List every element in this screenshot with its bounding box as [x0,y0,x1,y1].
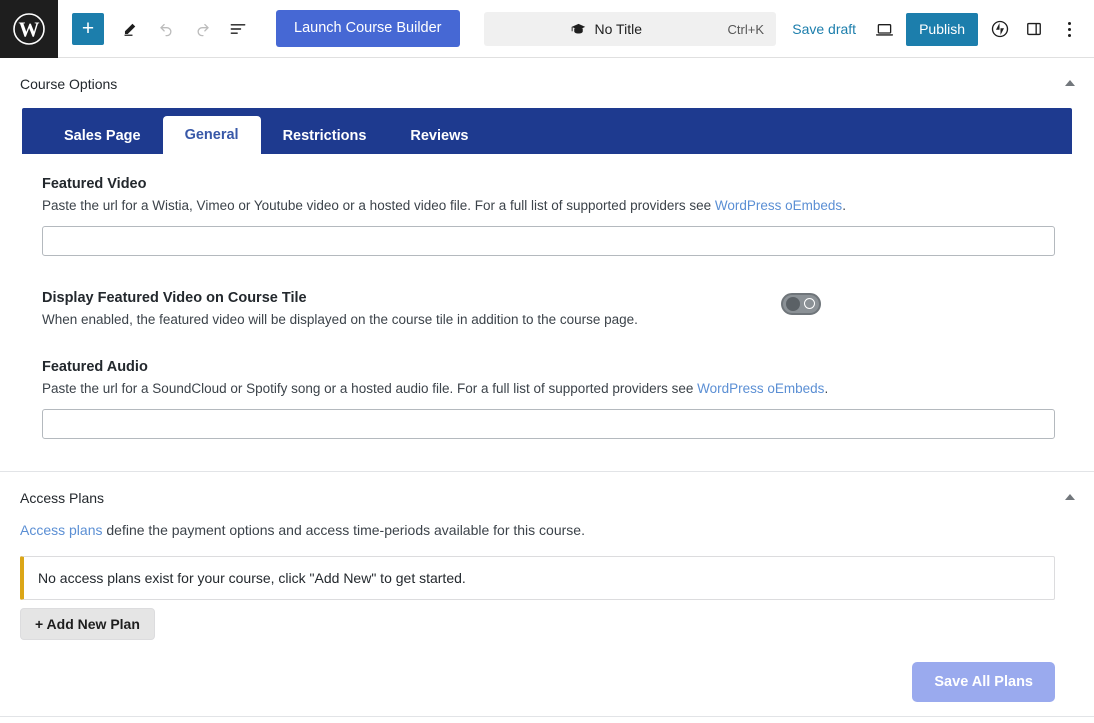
tab-restrictions[interactable]: Restrictions [261,118,389,154]
undo-button[interactable] [150,13,182,45]
featured-audio-desc-period: . [824,381,828,396]
command-palette-title: No Title [595,21,642,37]
access-plans-panel: Access Plans Access plans define the pay… [0,472,1094,722]
access-plans-body: Access plans define the payment options … [0,522,1094,722]
course-options-header: Course Options [0,58,1094,108]
display-featured-video-toggle[interactable] [781,293,821,315]
editor-toolbar: W + [0,0,1094,58]
graduation-cap-icon [570,21,587,38]
edit-pencil-button[interactable] [114,13,146,45]
course-options-panel: Course Options Sales Page General Restri… [0,58,1094,471]
laptop-preview-icon [874,19,895,40]
wordpress-oembeds-link-audio[interactable]: WordPress oEmbeds [697,381,824,396]
caret-up-icon [1065,80,1075,86]
undo-icon [157,19,176,38]
add-new-plan-button[interactable]: + Add New Plan [20,608,155,640]
featured-audio-description: Paste the url for a SoundCloud or Spotif… [42,379,1074,399]
document-overview-icon [228,19,248,39]
general-tab-content: Featured Video Paste the url for a Wisti… [0,154,1094,471]
course-options-collapse-toggle[interactable] [1060,73,1080,93]
access-plans-title: Access Plans [20,490,104,506]
wordpress-logo-icon: W [12,12,46,46]
document-overview-button[interactable] [222,13,254,45]
jetpack-icon [990,19,1010,39]
launch-course-builder-button[interactable]: Launch Course Builder [276,10,460,47]
featured-video-description: Paste the url for a Wistia, Vimeo or You… [42,196,1074,216]
display-featured-video-field: Display Featured Video on Course Tile Wh… [20,290,1074,330]
command-palette-button[interactable]: No Title Ctrl+K [484,12,776,46]
featured-video-input[interactable] [42,226,1055,256]
command-palette-shortcut: Ctrl+K [728,22,776,37]
redo-icon [193,19,212,38]
access-plans-collapse-toggle[interactable] [1060,487,1080,507]
display-featured-video-description: When enabled, the featured video will be… [42,310,1074,330]
featured-audio-label: Featured Audio [42,359,1074,375]
publish-button[interactable]: Publish [906,13,978,46]
display-featured-video-label: Display Featured Video on Course Tile [42,290,1074,306]
kebab-dot [1068,34,1071,37]
no-access-plans-notice: No access plans exist for your course, c… [20,556,1055,600]
save-all-plans-row: Save All Plans [20,662,1074,702]
wordpress-oembeds-link-video[interactable]: WordPress oEmbeds [715,198,842,213]
settings-sidebar-icon [1024,19,1044,39]
course-options-tabs: Sales Page General Restrictions Reviews [22,108,1072,154]
featured-video-label: Featured Video [42,176,1074,192]
featured-video-desc-period: . [842,198,846,213]
tab-general[interactable]: General [163,116,261,154]
featured-video-desc-text: Paste the url for a Wistia, Vimeo or You… [42,198,715,213]
featured-audio-field: Featured Audio Paste the url for a Sound… [20,359,1074,439]
kebab-dot [1068,22,1071,25]
jetpack-button[interactable] [984,13,1016,45]
tab-reviews[interactable]: Reviews [388,118,490,154]
more-options-button[interactable] [1052,12,1086,46]
save-draft-link[interactable]: Save draft [782,21,866,37]
svg-text:W: W [19,17,40,41]
toggle-track-circle-icon [804,298,815,309]
add-block-label: + [82,18,94,39]
access-plans-description: Access plans define the payment options … [20,522,1074,538]
command-palette-center: No Title [484,21,728,38]
save-all-plans-button[interactable]: Save All Plans [912,662,1055,702]
bottom-divider [0,716,1094,717]
edit-pencil-icon [121,19,140,38]
featured-audio-desc-text: Paste the url for a SoundCloud or Spotif… [42,381,697,396]
toggle-knob-icon [786,297,800,311]
featured-video-field: Featured Video Paste the url for a Wisti… [20,176,1074,256]
access-plans-desc-rest: define the payment options and access ti… [102,522,585,538]
course-options-title: Course Options [20,76,117,92]
add-block-button[interactable]: + [72,13,104,45]
redo-button[interactable] [186,13,218,45]
featured-audio-input[interactable] [42,409,1055,439]
access-plans-link[interactable]: Access plans [20,522,102,538]
preview-button[interactable] [868,13,900,45]
tab-sales-page[interactable]: Sales Page [42,118,163,154]
settings-sidebar-button[interactable] [1018,13,1050,45]
caret-up-icon [1065,494,1075,500]
kebab-dot [1068,28,1071,31]
toolbar-left-tools: + Launch Course Builder [58,10,460,47]
toolbar-right-tools: Save draft Publish [782,0,1094,58]
access-plans-header: Access Plans [0,472,1094,522]
wordpress-logo[interactable]: W [0,0,58,58]
